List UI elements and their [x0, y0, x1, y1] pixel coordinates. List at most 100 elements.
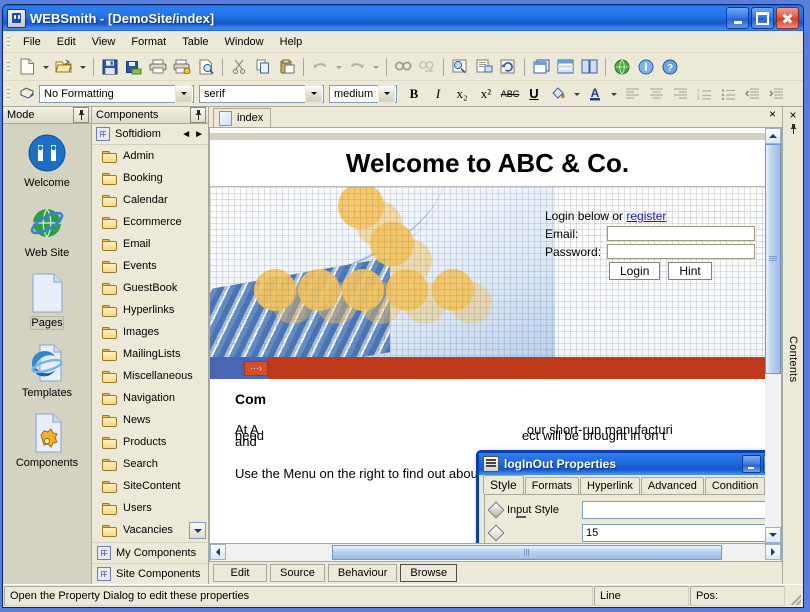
- list-item[interactable]: Users: [92, 497, 208, 519]
- password-field[interactable]: [607, 244, 755, 259]
- print-icon[interactable]: [146, 55, 170, 79]
- align-right-button[interactable]: [668, 82, 692, 105]
- frames-icon[interactable]: [529, 55, 553, 79]
- sidebar-item-templates[interactable]: Templates: [3, 342, 91, 399]
- document-tab-index[interactable]: index: [213, 108, 272, 127]
- info-icon[interactable]: [634, 55, 658, 79]
- pin-icon[interactable]: [190, 107, 206, 123]
- new-page-dropdown[interactable]: [39, 55, 52, 79]
- list-item[interactable]: GuestBook: [92, 277, 208, 299]
- maximize-icon[interactable]: [763, 455, 765, 473]
- menu-item-table[interactable]: Table: [174, 34, 216, 50]
- underline-button[interactable]: U: [522, 82, 546, 105]
- tab-style[interactable]: Style: [483, 475, 524, 494]
- outdent-button[interactable]: [740, 82, 764, 105]
- open-dropdown[interactable]: [76, 55, 89, 79]
- contents-panel-label[interactable]: Contents: [787, 336, 799, 382]
- tab-advanced[interactable]: Advanced: [640, 477, 704, 494]
- scroll-left-button[interactable]: [210, 544, 226, 560]
- undo-icon[interactable]: [308, 55, 332, 79]
- paste-icon[interactable]: [275, 55, 299, 79]
- close-icon[interactable]: [776, 7, 799, 29]
- subscript-button[interactable]: x₂: [450, 82, 474, 105]
- list-item[interactable]: Search: [92, 453, 208, 475]
- list-item[interactable]: MailingLists: [92, 343, 208, 365]
- font-size-select[interactable]: medium: [329, 84, 397, 103]
- components-folder-list[interactable]: Admin Booking Calendar Ecommerce Email E…: [92, 145, 208, 542]
- tab-hyperlink[interactable]: Hyperlink: [580, 477, 640, 494]
- hint-button[interactable]: Hint: [668, 262, 712, 280]
- components-root-node[interactable]: Softidiom ◄ ►: [92, 124, 208, 145]
- page-canvas[interactable]: Welcome to ABC & Co. Login below or regi…: [209, 127, 765, 544]
- strikethrough-button[interactable]: ABC: [498, 82, 522, 105]
- cut-icon[interactable]: [227, 55, 251, 79]
- toolbar-grip[interactable]: [7, 59, 10, 74]
- rows-icon[interactable]: [553, 55, 577, 79]
- sidebar-item-pages[interactable]: Pages: [3, 272, 91, 329]
- site-components-button[interactable]: Site Components: [92, 563, 208, 584]
- properties-dialog[interactable]: logInOut Properties Style Formats Hyperl…: [476, 450, 765, 543]
- list-item[interactable]: Ecommerce: [92, 211, 208, 233]
- undo-dropdown[interactable]: [332, 55, 345, 79]
- formatbar-grip[interactable]: [7, 86, 10, 101]
- scroll-right-button[interactable]: [765, 544, 781, 560]
- paragraph-style-select[interactable]: No Formatting: [39, 84, 194, 103]
- menu-item-file[interactable]: File: [15, 34, 49, 50]
- pin-icon[interactable]: [73, 107, 89, 123]
- list-item[interactable]: Navigation: [92, 387, 208, 409]
- unordered-list-button[interactable]: [716, 82, 740, 105]
- scroll-up-button[interactable]: [765, 128, 781, 144]
- columns-icon[interactable]: [577, 55, 601, 79]
- fill-color-button[interactable]: [546, 82, 570, 105]
- register-link[interactable]: register: [626, 209, 666, 223]
- tab-source[interactable]: Source: [270, 564, 325, 582]
- chevron-down-icon[interactable]: [378, 84, 395, 103]
- minimize-icon[interactable]: [726, 7, 749, 29]
- redo-dropdown[interactable]: [369, 55, 382, 79]
- save-icon[interactable]: [98, 55, 122, 79]
- font-family-select[interactable]: serif: [199, 84, 324, 103]
- horizontal-scroll-thumb[interactable]: [332, 545, 722, 560]
- list-item[interactable]: Booking: [92, 167, 208, 189]
- italic-button[interactable]: I: [426, 82, 450, 105]
- list-item[interactable]: Calendar: [92, 189, 208, 211]
- list-item[interactable]: Email: [92, 233, 208, 255]
- open-folder-icon[interactable]: [52, 55, 76, 79]
- tab-browse[interactable]: Browse: [400, 564, 458, 582]
- list-item[interactable]: News: [92, 409, 208, 431]
- bold-button[interactable]: B: [402, 82, 426, 105]
- vertical-scroll-track[interactable]: [765, 144, 781, 527]
- pin-icon[interactable]: [789, 124, 798, 134]
- menubar-grip[interactable]: [7, 34, 10, 49]
- close-document-icon[interactable]: ×: [769, 108, 776, 120]
- font-color-dropdown[interactable]: [607, 82, 620, 106]
- superscript-button[interactable]: x²: [474, 82, 498, 105]
- save-all-icon[interactable]: [122, 55, 146, 79]
- sidebar-item-web-site[interactable]: Web Site: [3, 202, 91, 259]
- horizontal-scroll-track-right[interactable]: [722, 544, 765, 561]
- publish-icon[interactable]: [472, 55, 496, 79]
- tab-condition[interactable]: Condition: [704, 477, 765, 494]
- ordered-list-button[interactable]: 123: [692, 82, 716, 105]
- email-field[interactable]: [607, 226, 755, 241]
- minimize-icon[interactable]: [742, 455, 761, 473]
- preview-browser-icon[interactable]: [448, 55, 472, 79]
- indent-button[interactable]: [764, 82, 788, 105]
- menu-item-help[interactable]: Help: [272, 34, 311, 50]
- menu-item-view[interactable]: View: [84, 34, 124, 50]
- nav-forward-icon[interactable]: ►: [194, 129, 204, 140]
- menu-item-window[interactable]: Window: [217, 34, 272, 50]
- chevron-down-icon[interactable]: [305, 84, 322, 103]
- vertical-scroll-thumb[interactable]: [765, 144, 781, 374]
- list-item[interactable]: Miscellaneous: [92, 365, 208, 387]
- globe-icon[interactable]: [610, 55, 634, 79]
- style-brush-icon[interactable]: [15, 82, 39, 105]
- resize-grip[interactable]: [785, 585, 803, 607]
- print-preview-icon[interactable]: [194, 55, 218, 79]
- sidebar-item-welcome[interactable]: Welcome: [3, 132, 91, 189]
- scroll-down-button[interactable]: [765, 527, 781, 543]
- font-color-button[interactable]: A: [583, 82, 607, 105]
- copy-icon[interactable]: [251, 55, 275, 79]
- vertical-scrollbar[interactable]: [765, 127, 782, 544]
- tab-formats[interactable]: Formats: [524, 477, 580, 494]
